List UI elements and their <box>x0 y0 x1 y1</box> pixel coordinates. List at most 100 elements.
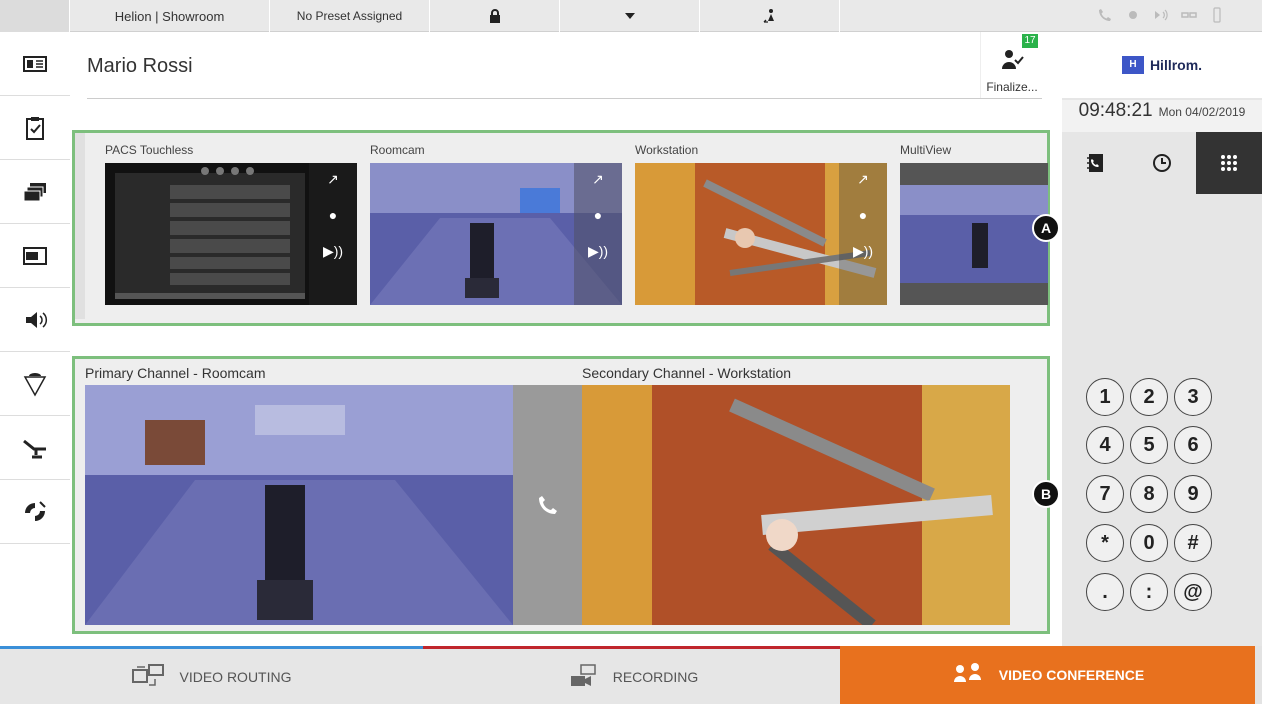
bottom-tab-bar: VIDEO ROUTING RECORDING VIDEO CONFERENCE <box>0 646 1262 704</box>
secondary-channel-video[interactable] <box>582 385 1010 625</box>
preset-label[interactable]: No Preset Assigned <box>270 0 430 32</box>
stream-icon[interactable]: ▶)) <box>574 243 622 260</box>
tab-recording[interactable]: RECORDING <box>423 646 840 704</box>
record-dot-icon[interactable]: ● <box>574 207 622 223</box>
key-8[interactable]: 8 <box>1130 475 1168 513</box>
source-card-workstation[interactable]: Workstation ↗ ● ▶)) <box>635 143 887 305</box>
header-divider <box>87 98 1042 99</box>
ptz-camera-icon <box>25 500 46 521</box>
call-button[interactable] <box>513 385 582 625</box>
sidebar-item-cameras[interactable] <box>0 480 70 544</box>
tab-video-conference[interactable]: VIDEO CONFERENCE <box>840 646 1255 704</box>
roomcam-live-image <box>85 385 513 625</box>
lock-icon[interactable] <box>430 0 560 32</box>
sidebar-item-lights[interactable] <box>0 352 70 416</box>
clock-date: Mon 04/02/2019 <box>1158 105 1246 119</box>
key-at[interactable]: @ <box>1174 573 1212 611</box>
clock-time: 09:48:21 <box>1078 100 1153 121</box>
source-controls: ↗ ● ▶)) <box>309 163 357 305</box>
source-card-roomcam[interactable]: Roomcam ↗ ● ▶)) <box>370 143 622 305</box>
tab-keypad[interactable] <box>1196 132 1262 194</box>
top-status-bar: Helion | Showroom No Preset Assigned <box>0 0 1262 32</box>
operator-swap-icon[interactable] <box>700 0 840 32</box>
source-thumbnail[interactable]: ↗ ● ▶)) <box>370 163 622 305</box>
source-thumbnail[interactable] <box>900 163 1048 305</box>
panel-a-edge <box>75 133 85 319</box>
source-card-pacs[interactable]: PACS Touchless ↗ ● ▶)) <box>105 143 357 305</box>
usb-status-icon <box>1209 6 1225 26</box>
key-star[interactable]: * <box>1086 524 1124 562</box>
stream-status-icon <box>1153 7 1169 26</box>
tab-contacts[interactable] <box>1062 132 1128 194</box>
sidebar-item-sources[interactable] <box>0 160 70 224</box>
topbar-spacer <box>0 0 70 32</box>
multiview-preview-image <box>900 163 1048 305</box>
key-5[interactable]: 5 <box>1130 426 1168 464</box>
key-0[interactable]: 0 <box>1130 524 1168 562</box>
tab-video-routing-label: VIDEO ROUTING <box>179 668 292 685</box>
record-dot-icon[interactable]: ● <box>309 207 357 223</box>
video-sources-panel: PACS Touchless ↗ ● ▶)) Roomcam ↗ ● ▶)) W… <box>72 130 1050 326</box>
key-6[interactable]: 6 <box>1174 426 1212 464</box>
tab-history[interactable] <box>1129 132 1195 194</box>
key-7[interactable]: 7 <box>1086 475 1124 513</box>
sidebar-item-checklist[interactable] <box>0 96 70 160</box>
source-name: PACS Touchless <box>105 143 194 157</box>
record-status-icon <box>1125 7 1141 26</box>
video-routing-icon <box>132 663 165 686</box>
tab-video-conference-label: VIDEO CONFERENCE <box>998 667 1145 683</box>
conference-channels-panel: Primary Channel - Roomcam Secondary Chan… <box>72 356 1050 634</box>
finalize-button[interactable]: 17 Finalize... <box>980 32 1042 98</box>
key-3[interactable]: 3 <box>1174 378 1212 416</box>
tab-video-routing[interactable]: VIDEO ROUTING <box>0 646 423 704</box>
key-hash[interactable]: # <box>1174 524 1212 562</box>
phonebook-icon <box>1087 154 1103 172</box>
patient-card-icon <box>23 55 47 72</box>
source-name: MultiView <box>900 143 952 157</box>
operating-table-icon <box>23 439 46 458</box>
primary-channel-label: Primary Channel - Roomcam <box>85 365 266 381</box>
source-thumbnail[interactable]: ↗ ● ▶)) <box>635 163 887 305</box>
key-4[interactable]: 4 <box>1086 426 1124 464</box>
sidebar-item-patient[interactable] <box>0 32 70 96</box>
phone-icon <box>538 496 557 514</box>
expand-icon[interactable]: ↗ <box>574 171 622 188</box>
source-card-multiview[interactable]: MultiView <box>900 143 1048 305</box>
callout-marker-b: B <box>1032 480 1060 508</box>
clock: 09:48:21 Mon 04/02/2019 <box>1062 100 1262 132</box>
stacked-screens-icon <box>23 182 46 201</box>
tab-recording-label: RECORDING <box>612 668 699 685</box>
topbar-empty <box>840 0 1060 32</box>
key-1[interactable]: 1 <box>1086 378 1124 416</box>
finalize-label: Finalize... <box>986 80 1038 94</box>
expand-icon[interactable]: ↗ <box>309 171 357 188</box>
expand-icon[interactable]: ↗ <box>839 171 887 188</box>
callout-marker-a: A <box>1032 214 1060 242</box>
source-controls: ↗ ● ▶)) <box>574 163 622 305</box>
chevron-down-icon[interactable] <box>560 0 700 32</box>
stream-icon[interactable]: ▶)) <box>309 243 357 260</box>
record-dot-icon[interactable]: ● <box>839 207 887 223</box>
recording-icon <box>570 663 596 686</box>
app-title: Helion | Showroom <box>70 0 270 32</box>
speaker-icon <box>26 311 48 328</box>
key-2[interactable]: 2 <box>1130 378 1168 416</box>
checklist-icon <box>26 116 44 140</box>
video-conference-icon <box>953 663 981 682</box>
pip-screen-icon <box>23 246 47 265</box>
hillrom-logo-mark: H <box>1121 56 1144 74</box>
key-9[interactable]: 9 <box>1174 475 1212 513</box>
sidebar-item-table[interactable] <box>0 416 70 480</box>
left-sidebar <box>0 32 70 555</box>
sidebar-item-layout[interactable] <box>0 224 70 288</box>
source-thumbnail[interactable]: ↗ ● ▶)) <box>105 163 357 305</box>
primary-channel-video[interactable] <box>85 385 513 625</box>
surgical-light-icon <box>23 372 47 397</box>
sidebar-item-audio[interactable] <box>0 288 70 352</box>
brand-logo: H Hillrom. <box>1062 32 1262 98</box>
secondary-channel-label: Secondary Channel - Workstation <box>582 365 792 381</box>
key-dot[interactable]: . <box>1086 573 1124 611</box>
stream-icon[interactable]: ▶)) <box>839 243 887 260</box>
key-colon[interactable]: : <box>1130 573 1168 611</box>
brand-name: Hillrom. <box>1149 57 1203 73</box>
